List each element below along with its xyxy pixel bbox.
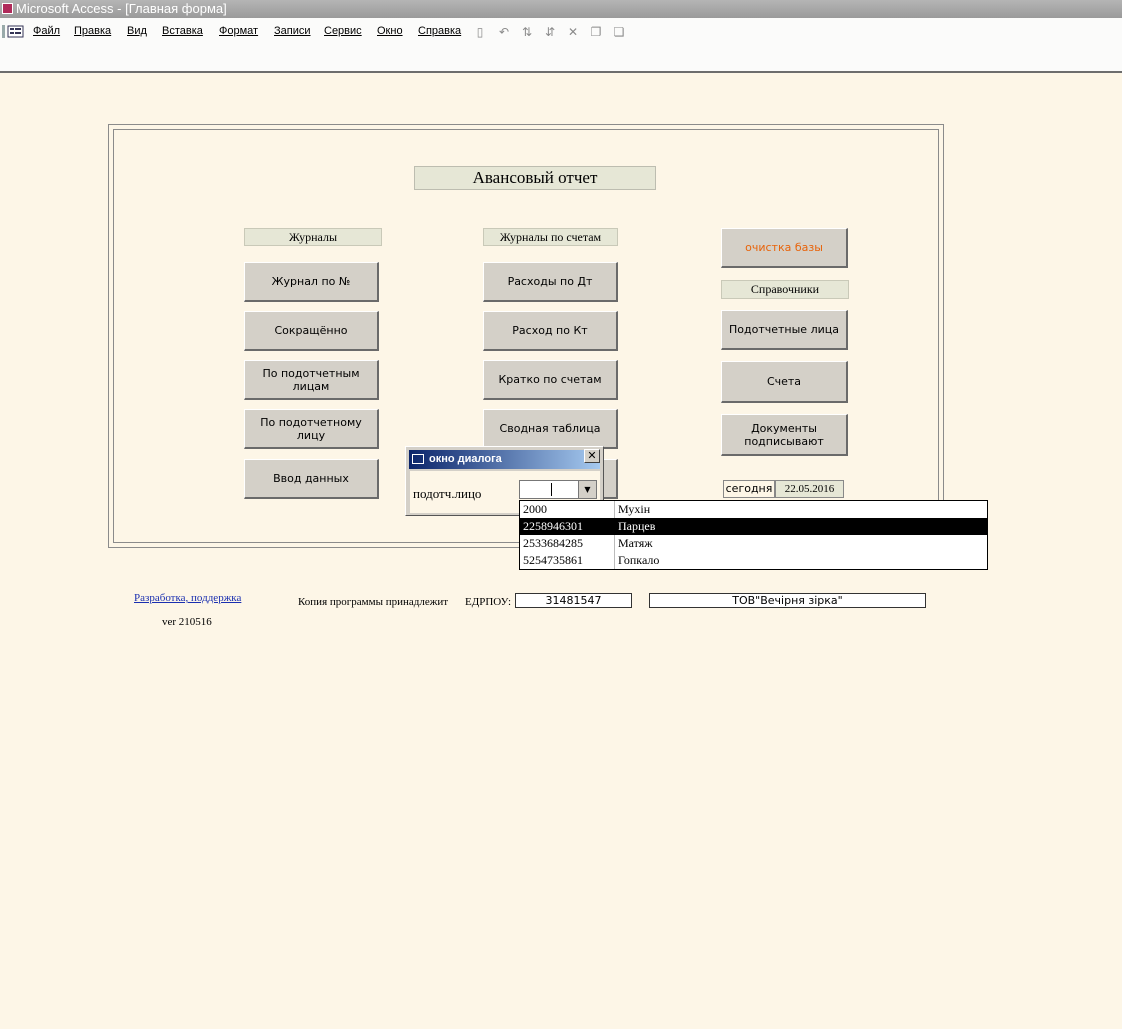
person-code: 5254735861 — [523, 553, 583, 567]
title-bar: Microsoft Access - [Главная форма] — [0, 0, 1122, 18]
journal-short-button[interactable]: Сокращённо — [244, 311, 379, 351]
accounts-button[interactable]: Счета — [721, 361, 848, 403]
pivot-table-button[interactable]: Сводная таблица — [483, 409, 618, 449]
person-name: Матяж — [618, 536, 653, 550]
today-date: 22.05.2016 — [775, 480, 844, 498]
menu-file[interactable]: Файл — [33, 25, 60, 37]
person-code: 2258946301 — [523, 519, 583, 533]
journal-by-number-button[interactable]: Журнал по № — [244, 262, 379, 302]
close-icon[interactable]: ✕ — [584, 449, 600, 463]
list-item-selected[interactable]: 2258946301 Парцев — [520, 518, 987, 535]
dialog-title: окно диалога — [429, 453, 502, 465]
menu-bar: Файл Правка Вид Вставка Формат Записи Се… — [0, 18, 1122, 73]
person-label: подотч.лицо — [413, 486, 482, 501]
accounts-summary-button[interactable]: Кратко по счетам — [483, 360, 618, 400]
company-field: ТОВ"Вечірня зірка" — [649, 593, 926, 608]
debit-expenses-button[interactable]: Расходы по Дт — [483, 262, 618, 302]
dialog-title-bar[interactable]: окно диалога — [409, 450, 600, 469]
menu-tools[interactable]: Сервис — [324, 25, 362, 37]
sort-descending-icon[interactable]: ⇵ — [542, 24, 558, 40]
list-item[interactable]: 5254735861 Гопкало — [520, 552, 987, 569]
window-title: Microsoft Access - [Главная форма] — [16, 1, 227, 16]
clear-database-button[interactable]: очистка базы — [721, 228, 848, 268]
book-icon[interactable]: ▯ — [472, 24, 488, 40]
paste-icon[interactable]: ❏ — [611, 24, 627, 40]
references-header: Справочники — [721, 280, 849, 299]
list-item[interactable]: 2000 Мухін — [520, 501, 987, 518]
person-dropdown-list: 2000 Мухін 2258946301 Парцев 2533684285 … — [519, 500, 988, 570]
edrpou-label: ЕДРПОУ: — [465, 596, 512, 608]
accountable-persons-button[interactable]: Подотчетные лица — [721, 310, 848, 350]
person-code: 2533684285 — [523, 536, 583, 550]
text-caret — [551, 483, 552, 496]
journal-by-persons-button[interactable]: По подотчетным лицам — [244, 360, 379, 400]
form-title: Авансовый отчет — [414, 166, 656, 190]
undo-icon[interactable]: ↶ — [496, 24, 512, 40]
data-entry-button[interactable]: Ввод данных — [244, 459, 379, 499]
menu-view[interactable]: Вид — [127, 25, 147, 37]
chevron-down-icon[interactable]: ▼ — [578, 481, 596, 498]
account-journals-header: Журналы по счетам — [483, 228, 618, 246]
journals-header: Журналы — [244, 228, 382, 246]
edrpou-field: 31481547 — [515, 593, 632, 608]
menu-insert[interactable]: Вставка — [162, 25, 203, 37]
menu-edit[interactable]: Правка — [74, 25, 111, 37]
journal-by-person-button[interactable]: По подотчетному лицу — [244, 409, 379, 449]
credit-expense-button[interactable]: Расход по Кт — [483, 311, 618, 351]
person-name: Парцев — [618, 519, 656, 533]
person-name: Гопкало — [618, 553, 660, 567]
person-combobox[interactable]: ▼ — [519, 480, 597, 499]
menu-format[interactable]: Формат — [219, 25, 258, 37]
list-item[interactable]: 2533684285 Матяж — [520, 535, 987, 552]
access-app-icon — [2, 3, 13, 14]
form-view-icon[interactable] — [2, 25, 24, 38]
person-code: 2000 — [523, 502, 547, 516]
owner-label: Копия программы принадлежит — [298, 596, 449, 608]
support-link[interactable]: Разработка, поддержка — [134, 592, 241, 604]
form-icon — [412, 454, 424, 464]
remove-filter-icon[interactable]: ✕ — [565, 24, 581, 40]
menu-records[interactable]: Записи — [274, 25, 311, 37]
menu-window[interactable]: Окно — [377, 25, 403, 37]
menu-help[interactable]: Справка — [418, 25, 461, 37]
today-label: сегодня — [723, 480, 775, 498]
sort-ascending-icon[interactable]: ⇅ — [519, 24, 535, 40]
person-name: Мухін — [618, 502, 651, 516]
copy-icon[interactable]: ❐ — [588, 24, 604, 40]
version-label: ver 210516 — [162, 616, 212, 628]
signers-button[interactable]: Документы подписывают — [721, 414, 848, 456]
